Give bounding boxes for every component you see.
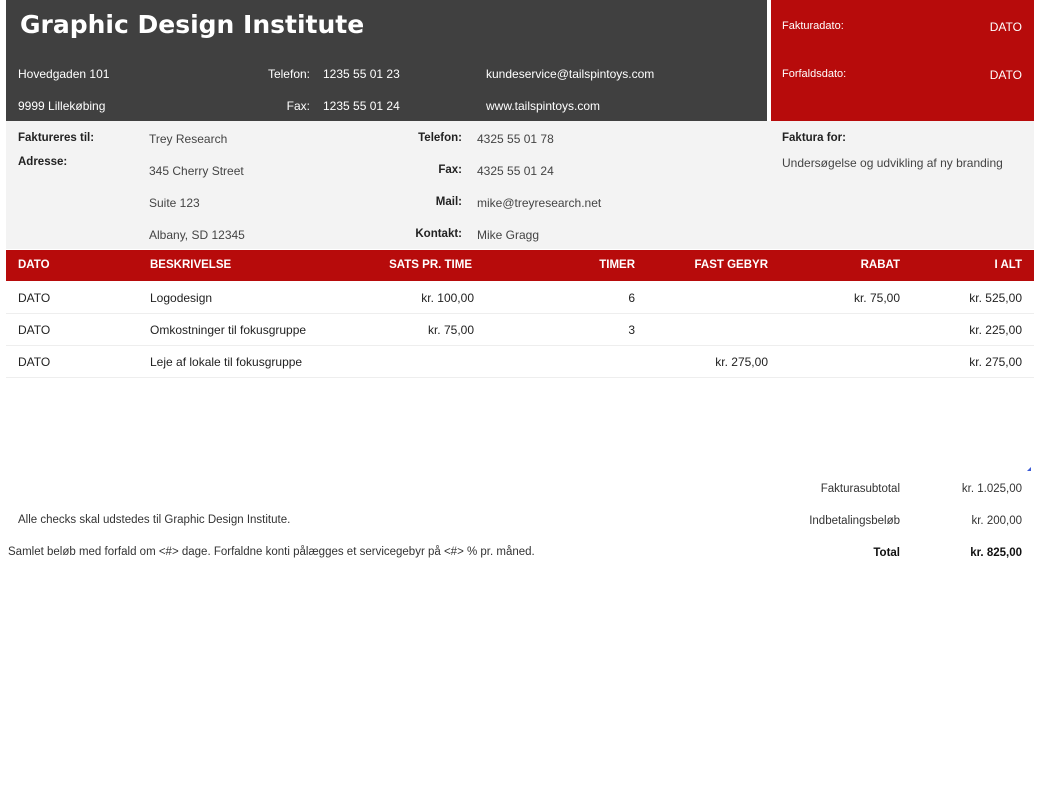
row2-date[interactable]: DATO [18,323,50,337]
bill-to-contact-label: Kontakt: [415,228,462,240]
bill-to-suite[interactable]: Suite 123 [149,196,200,210]
bill-to-fax-label: Fax: [438,164,462,176]
row3-date[interactable]: DATO [18,355,50,369]
col-header-hours: TIMER [599,259,635,271]
deposit-label: Indbetalingsbeløb [809,515,900,527]
invoice-meta-panel [771,0,1034,121]
bill-to-city[interactable]: Albany, SD 12345 [149,228,245,242]
subtotal-value[interactable]: kr. 1.025,00 [922,483,1022,495]
row3-fixed-fee[interactable]: kr. 275,00 [648,355,768,369]
row2-hours[interactable]: 3 [535,323,635,337]
company-fax-label: Fax: [286,99,310,113]
invoice-date-value[interactable]: DATO [940,20,1022,34]
invoice-date-label: Fakturadato: [782,20,844,32]
bill-to-fax[interactable]: 4325 55 01 24 [477,164,554,178]
col-header-total: I ALT [994,259,1022,271]
col-header-date: DATO [18,259,50,271]
col-header-fixed-fee: FAST GEBYR [694,259,768,271]
row1-total[interactable]: kr. 525,00 [922,291,1022,305]
bill-to-phone[interactable]: 4325 55 01 78 [477,132,554,146]
bill-to-label: Faktureres til: [18,132,95,144]
company-address-line2: 9999 Lillekøbing [18,99,106,113]
bill-to-mail-label: Mail: [435,196,462,208]
row2-rate[interactable]: kr. 75,00 [332,323,474,337]
col-header-description: BESKRIVELSE [150,259,232,271]
bill-to-phone-label: Telefon: [418,132,462,144]
row1-hours[interactable]: 6 [535,291,635,305]
row-divider [6,377,1034,378]
checks-note: Alle checks skal udstedes til Graphic De… [18,514,291,526]
row3-description[interactable]: Leje af lokale til fokusgruppe [150,355,302,369]
row1-rate[interactable]: kr. 100,00 [332,291,474,305]
cell-comment-marker [1027,467,1031,471]
total-value[interactable]: kr. 825,00 [922,547,1022,559]
company-fax: 1235 55 01 24 [323,99,400,113]
row1-discount[interactable]: kr. 75,00 [800,291,900,305]
company-phone: 1235 55 01 23 [323,67,400,81]
col-header-rate: SATS PR. TIME [389,259,472,271]
company-email[interactable]: kundeservice@tailspintoys.com [486,67,654,81]
company-name: Graphic Design Institute [20,10,365,39]
row1-date[interactable]: DATO [18,291,50,305]
invoice-for-value[interactable]: Undersøgelse og udvikling af ny branding [782,156,1003,170]
row1-description[interactable]: Logodesign [150,291,212,305]
row-divider [6,345,1034,346]
row-divider [6,313,1034,314]
col-header-discount: RABAT [860,259,900,271]
bill-to-name[interactable]: Trey Research [149,132,227,146]
address-label: Adresse: [18,156,68,168]
deposit-value[interactable]: kr. 200,00 [922,515,1022,527]
company-address-line1: Hovedgaden 101 [18,67,110,81]
due-date-label: Forfaldsdato: [782,68,847,80]
bill-to-mail[interactable]: mike@treyresearch.net [477,196,601,210]
company-website[interactable]: www.tailspintoys.com [486,99,600,113]
row2-total[interactable]: kr. 225,00 [922,323,1022,337]
row3-total[interactable]: kr. 275,00 [922,355,1022,369]
due-date-value[interactable]: DATO [940,68,1022,82]
row2-description[interactable]: Omkostninger til fokusgruppe [150,323,306,337]
total-label: Total [873,547,900,559]
invoice-for-label: Faktura for: [782,132,846,144]
bill-to-street[interactable]: 345 Cherry Street [149,164,244,178]
payment-terms-note: Samlet beløb med forfald om <#> dage. Fo… [8,546,535,558]
subtotal-label: Fakturasubtotal [820,483,900,495]
bill-to-contact[interactable]: Mike Gragg [477,228,539,242]
company-phone-label: Telefon: [267,67,310,81]
